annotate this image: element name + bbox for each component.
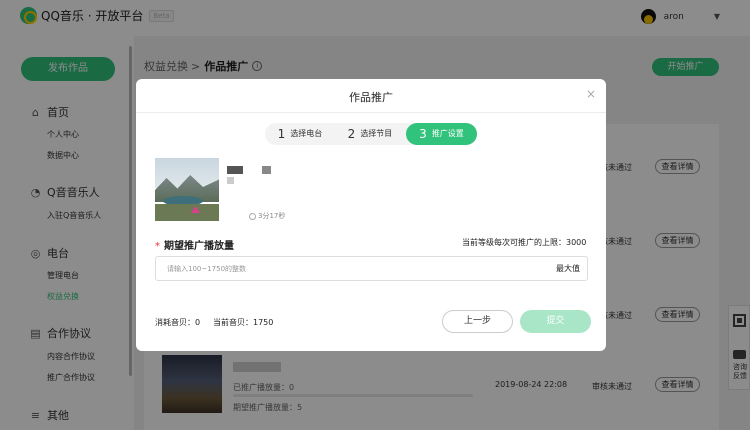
step-number: 2 — [347, 127, 356, 141]
step-label: 推广设置 — [431, 129, 464, 138]
work-title-placeholder — [227, 166, 243, 174]
required-mark: * — [155, 241, 160, 252]
promotion-limit-text: 当前等级每次可推广的上限：3000 — [462, 238, 587, 247]
dialog-title: 作品推广 — [349, 91, 393, 104]
previous-step-button[interactable]: 上一步 — [442, 310, 513, 333]
work-title-placeholder — [262, 166, 271, 174]
submit-button[interactable]: 提交 — [520, 310, 591, 333]
field-label-text: 期望推广播放量 — [164, 241, 234, 252]
step-label: 选择节目 — [360, 129, 393, 138]
consumed-beans: 消耗音贝：0 — [155, 318, 201, 327]
work-cover-image — [155, 158, 219, 221]
expected-plays-input[interactable] — [155, 256, 588, 281]
clock-icon — [249, 212, 256, 220]
step-label: 选择电台 — [290, 129, 323, 138]
step-select-radio: 1 选择电台 — [265, 123, 335, 145]
close-icon[interactable]: × — [586, 87, 596, 101]
work-subtitle-placeholder — [227, 177, 234, 184]
max-value-button[interactable]: 最大值 — [556, 263, 580, 274]
current-beans: 当前音贝：1750 — [213, 318, 274, 327]
step-number: 1 — [277, 127, 286, 141]
step-select-episode: 2 选择节目 — [335, 123, 405, 145]
step-indicator: 1 选择电台 2 选择节目 3 推广设置 — [265, 123, 477, 145]
step-number: 3 — [419, 127, 427, 141]
dialog-divider — [136, 112, 606, 113]
expected-plays-label: * 期望推广播放量 — [155, 237, 234, 252]
duration-text: 3分17秒 — [258, 212, 286, 220]
work-duration: 3分17秒 — [249, 211, 285, 221]
step-promotion-settings: 3 推广设置 — [406, 123, 477, 145]
promotion-dialog: 作品推广 × 1 选择电台 2 选择节目 3 推广设置 3分17秒 * 期望推广播… — [136, 79, 606, 351]
